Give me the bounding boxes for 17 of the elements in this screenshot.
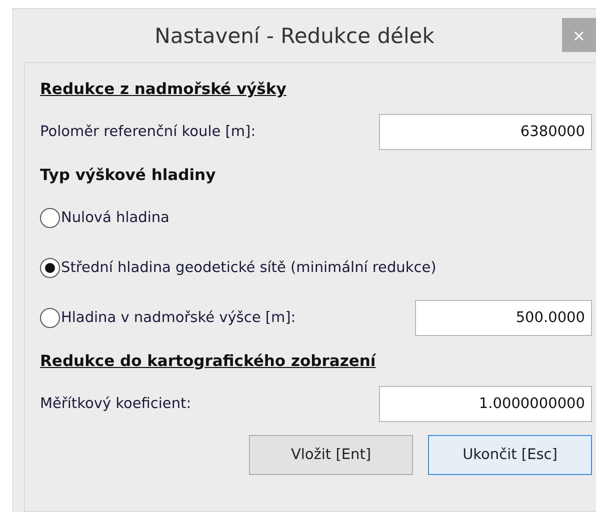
radio-option[interactable]: Hladina v nadmořské výšce [m]:: [40, 308, 296, 328]
window-title: Nastavení - Redukce délek: [154, 24, 434, 48]
radio-option[interactable]: Střední hladina geodetické sítě (minimální redukce): [40, 258, 436, 278]
field-label: Poloměr referenční koule [m]:: [40, 124, 256, 140]
field-label: Měřítkový koeficient:: [40, 396, 192, 412]
input-field[interactable]: 6380000: [379, 114, 592, 150]
section-heading: Redukce do kartografického zobrazení: [40, 352, 376, 370]
dialog-button[interactable]: Ukončit [Esc]: [428, 435, 592, 475]
radio-button[interactable]: [40, 208, 60, 228]
radio-option[interactable]: Nulová hladina: [40, 208, 170, 228]
dialog-button[interactable]: Vložit [Ent]: [249, 435, 413, 475]
input-field[interactable]: 500.0000: [415, 300, 592, 336]
input-field[interactable]: 1.0000000000: [379, 386, 592, 422]
section-heading: Typ výškové hladiny: [40, 166, 216, 184]
radio-button[interactable]: [40, 308, 60, 328]
section-heading: Redukce z nadmořské výšky: [40, 80, 286, 98]
radio-button[interactable]: [40, 258, 60, 278]
